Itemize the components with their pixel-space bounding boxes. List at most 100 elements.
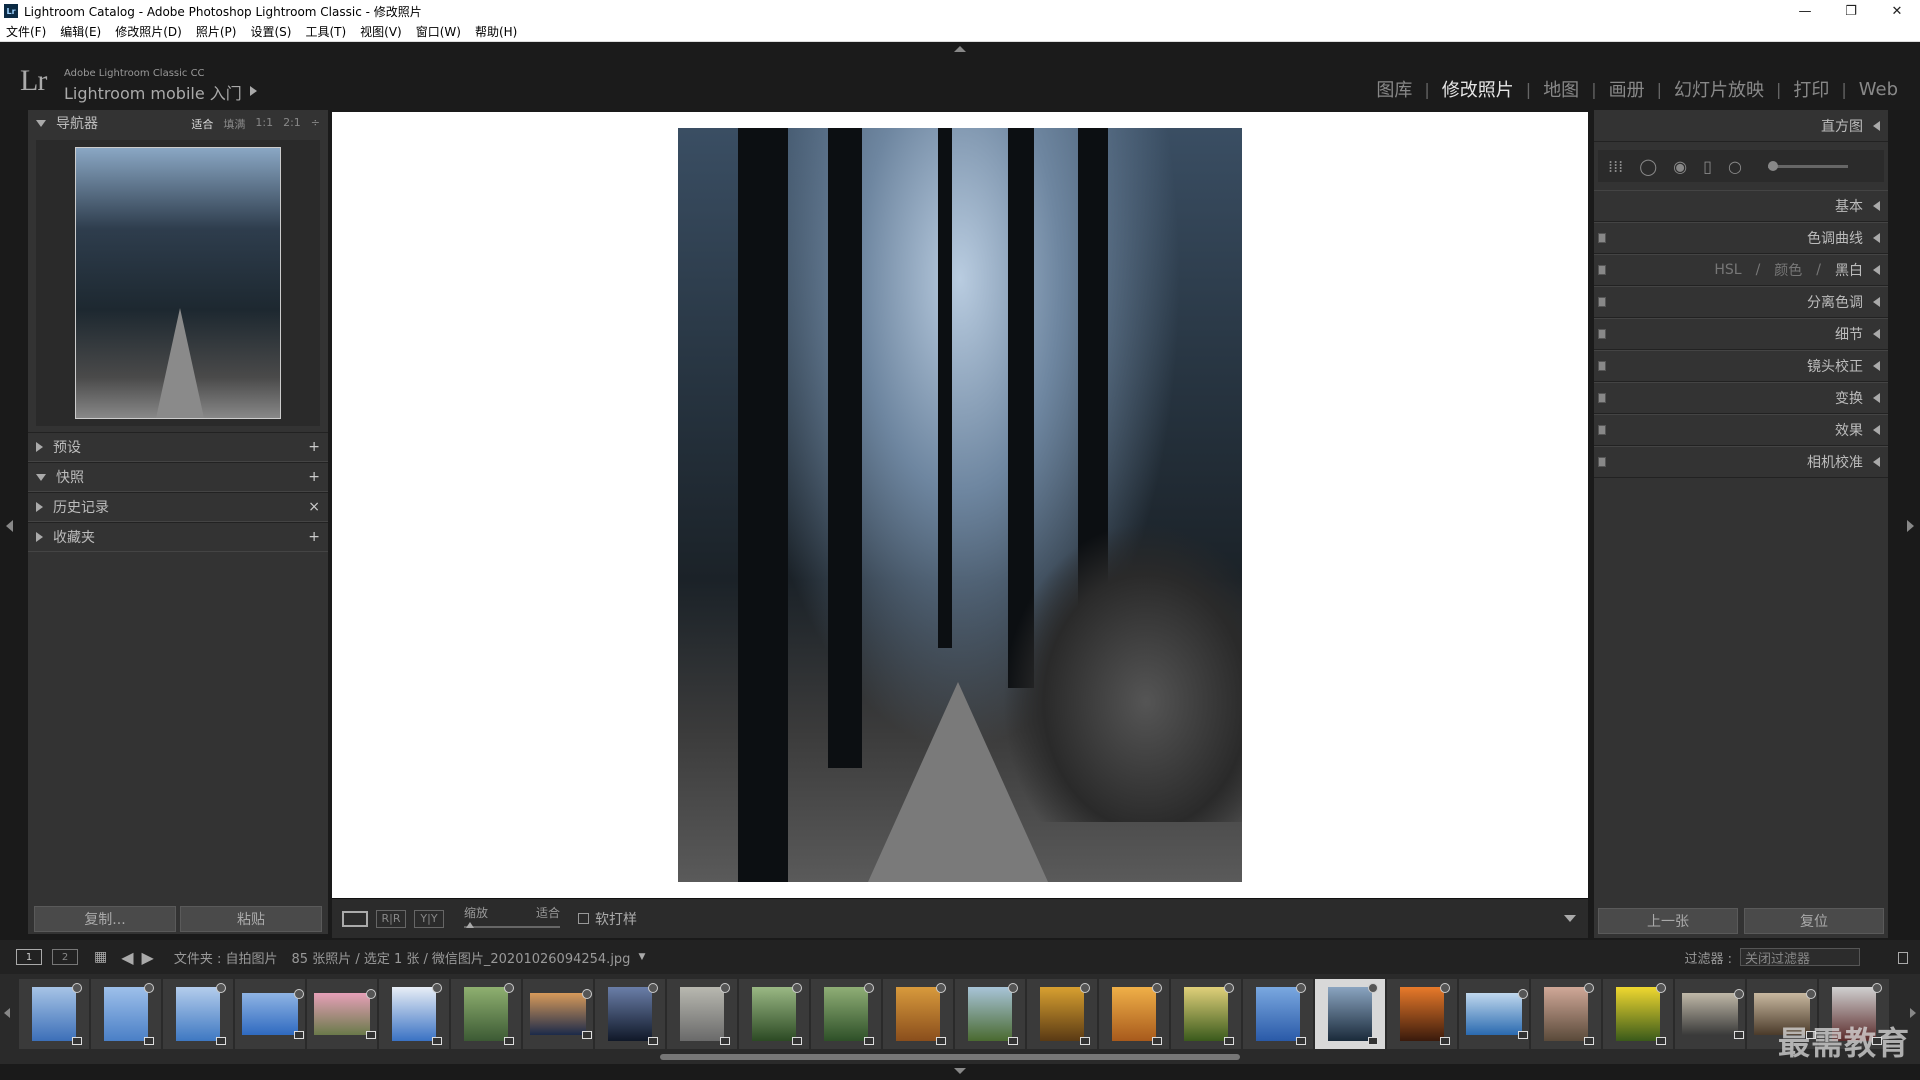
panel-switch-icon[interactable] xyxy=(1598,233,1606,243)
filmstrip-scroll-right-icon[interactable] xyxy=(1910,1008,1916,1018)
navigator-thumbnail[interactable] xyxy=(75,147,281,419)
photo-thumbnail[interactable] xyxy=(104,983,154,1045)
photo-thumbnail[interactable] xyxy=(752,983,802,1045)
photo-thumbnail[interactable] xyxy=(530,989,592,1039)
filmstrip-cell[interactable] xyxy=(810,978,882,1050)
main-window-button[interactable]: 1 xyxy=(16,949,42,965)
navigator-header[interactable]: 导航器 适合 填满 1:1 2:1 ÷ xyxy=(28,110,328,136)
photo-thumbnail[interactable] xyxy=(464,983,514,1045)
photo-thumbnail[interactable] xyxy=(968,983,1018,1045)
photo-thumbnail[interactable] xyxy=(1616,983,1666,1045)
photo-thumbnail[interactable] xyxy=(680,983,730,1045)
identity-main[interactable]: Lightroom mobile 入门 xyxy=(64,80,242,104)
panel-switch-icon[interactable] xyxy=(1598,361,1606,371)
filmstrip-cell[interactable] xyxy=(306,978,378,1050)
folder-source[interactable]: 文件夹 : 自拍图片 xyxy=(174,948,278,967)
filmstrip-cell[interactable] xyxy=(90,978,162,1050)
filmstrip-cell[interactable] xyxy=(234,978,306,1050)
filmstrip-cell[interactable] xyxy=(450,978,522,1050)
photo-thumbnail[interactable] xyxy=(1256,983,1306,1045)
collapse-left-panel-icon[interactable] xyxy=(6,520,13,532)
add-collection-button[interactable]: + xyxy=(308,529,320,545)
before-after-swap-button[interactable]: Y|Y xyxy=(414,909,444,928)
menu-file[interactable]: 文件(F) xyxy=(6,23,46,40)
filmstrip-cell[interactable] xyxy=(1026,978,1098,1050)
photo-thumbnail[interactable] xyxy=(32,983,82,1045)
histogram-header[interactable]: 直方图 xyxy=(1594,110,1888,142)
photo-thumbnail[interactable] xyxy=(824,983,874,1045)
menu-settings[interactable]: 设置(S) xyxy=(250,23,291,40)
photo-thumbnail[interactable] xyxy=(608,983,658,1045)
soft-proof-checkbox[interactable] xyxy=(578,913,589,924)
filmstrip-cell[interactable] xyxy=(1602,978,1674,1050)
adjustment-brush-slider[interactable] xyxy=(1767,160,1848,171)
radial-filter-icon[interactable]: ○ xyxy=(1728,157,1742,176)
paste-settings-button[interactable]: 粘贴 xyxy=(180,906,322,932)
filmstrip-cell[interactable] xyxy=(666,978,738,1050)
panel-switch-icon[interactable] xyxy=(1598,425,1606,435)
spot-removal-icon[interactable]: ◯ xyxy=(1639,157,1657,176)
minimize-button[interactable]: — xyxy=(1782,0,1828,22)
bw-tab[interactable]: 黑白 xyxy=(1835,260,1863,280)
photo-thumbnail[interactable] xyxy=(242,989,304,1039)
menu-view[interactable]: 视图(V) xyxy=(360,23,402,40)
panel-switch-icon[interactable] xyxy=(1598,457,1606,467)
panel-switch-icon[interactable] xyxy=(1598,297,1606,307)
before-after-button[interactable]: R|R xyxy=(376,909,406,928)
collapse-filmstrip-icon[interactable] xyxy=(954,1068,966,1074)
crop-overlay-icon[interactable]: ⁞⁞⁞ xyxy=(1608,157,1623,176)
zoom-fit-option[interactable]: 适合 xyxy=(191,116,213,132)
photo-thumbnail[interactable] xyxy=(1040,983,1090,1045)
collections-section[interactable]: 收藏夹 + xyxy=(28,522,328,552)
maximize-button[interactable]: ❐ xyxy=(1828,0,1874,22)
zoom-control[interactable]: 缩放 适合 xyxy=(464,904,560,934)
filmstrip-cell[interactable] xyxy=(738,978,810,1050)
previous-button[interactable]: 上一张 xyxy=(1598,908,1738,934)
photo-thumbnail[interactable] xyxy=(1544,983,1594,1045)
second-window-button[interactable]: 2 xyxy=(52,949,78,965)
history-section[interactable]: 历史记录 × xyxy=(28,492,328,522)
reset-button[interactable]: 复位 xyxy=(1744,908,1884,934)
menu-help[interactable]: 帮助(H) xyxy=(475,23,517,40)
panel-switch-icon[interactable] xyxy=(1598,329,1606,339)
lens-correction-section[interactable]: 镜头校正 xyxy=(1594,350,1888,382)
forward-arrow-icon[interactable]: ▶ xyxy=(142,948,154,967)
menu-edit[interactable]: 编辑(E) xyxy=(60,23,101,40)
filmstrip-cell[interactable] xyxy=(1170,978,1242,1050)
panel-switch-icon[interactable] xyxy=(1598,393,1606,403)
filmstrip-cell[interactable] xyxy=(378,978,450,1050)
toolbar-dropdown-icon[interactable] xyxy=(1564,915,1576,922)
filmstrip-cell[interactable] xyxy=(18,978,90,1050)
play-icon[interactable] xyxy=(250,86,257,96)
module-develop[interactable]: 修改照片 xyxy=(1430,76,1526,102)
split-tone-section[interactable]: 分离色调 xyxy=(1594,286,1888,318)
filmstrip-scrollbar[interactable] xyxy=(660,1054,1240,1060)
photo-thumbnail[interactable] xyxy=(1328,983,1378,1045)
photo-thumbnail[interactable] xyxy=(1400,983,1450,1045)
filmstrip-cell[interactable] xyxy=(1458,978,1530,1050)
snapshots-section[interactable]: 快照 + xyxy=(28,462,328,492)
filmstrip-cell[interactable] xyxy=(594,978,666,1050)
close-button[interactable]: ✕ xyxy=(1874,0,1920,22)
main-photo[interactable] xyxy=(678,128,1242,882)
transform-section[interactable]: 变换 xyxy=(1594,382,1888,414)
menu-window[interactable]: 窗口(W) xyxy=(416,23,461,40)
filter-select[interactable]: 关闭过滤器 xyxy=(1740,948,1860,967)
module-book[interactable]: 画册 xyxy=(1597,76,1657,102)
module-web[interactable]: Web xyxy=(1847,79,1910,100)
filmstrip-cell[interactable] xyxy=(162,978,234,1050)
zoom-fill-option[interactable]: 填满 xyxy=(223,116,245,132)
image-canvas[interactable] xyxy=(332,112,1588,898)
filmstrip-cell[interactable] xyxy=(1674,978,1746,1050)
collapse-right-panel-icon[interactable] xyxy=(1907,520,1914,532)
menu-photo[interactable]: 照片(P) xyxy=(196,23,237,40)
filmstrip-cell[interactable] xyxy=(1530,978,1602,1050)
zoom-slider-knob[interactable] xyxy=(466,921,474,928)
grid-view-icon[interactable]: ▦ xyxy=(94,949,107,965)
filmstrip-cell[interactable] xyxy=(954,978,1026,1050)
menu-tools[interactable]: 工具(T) xyxy=(305,23,346,40)
zoom-1-1-option[interactable]: 1:1 xyxy=(255,116,273,132)
photo-thumbnail[interactable] xyxy=(1466,989,1528,1039)
soft-proof-toggle[interactable]: 软打样 xyxy=(578,909,637,929)
hsl-tab[interactable]: HSL xyxy=(1714,262,1741,278)
